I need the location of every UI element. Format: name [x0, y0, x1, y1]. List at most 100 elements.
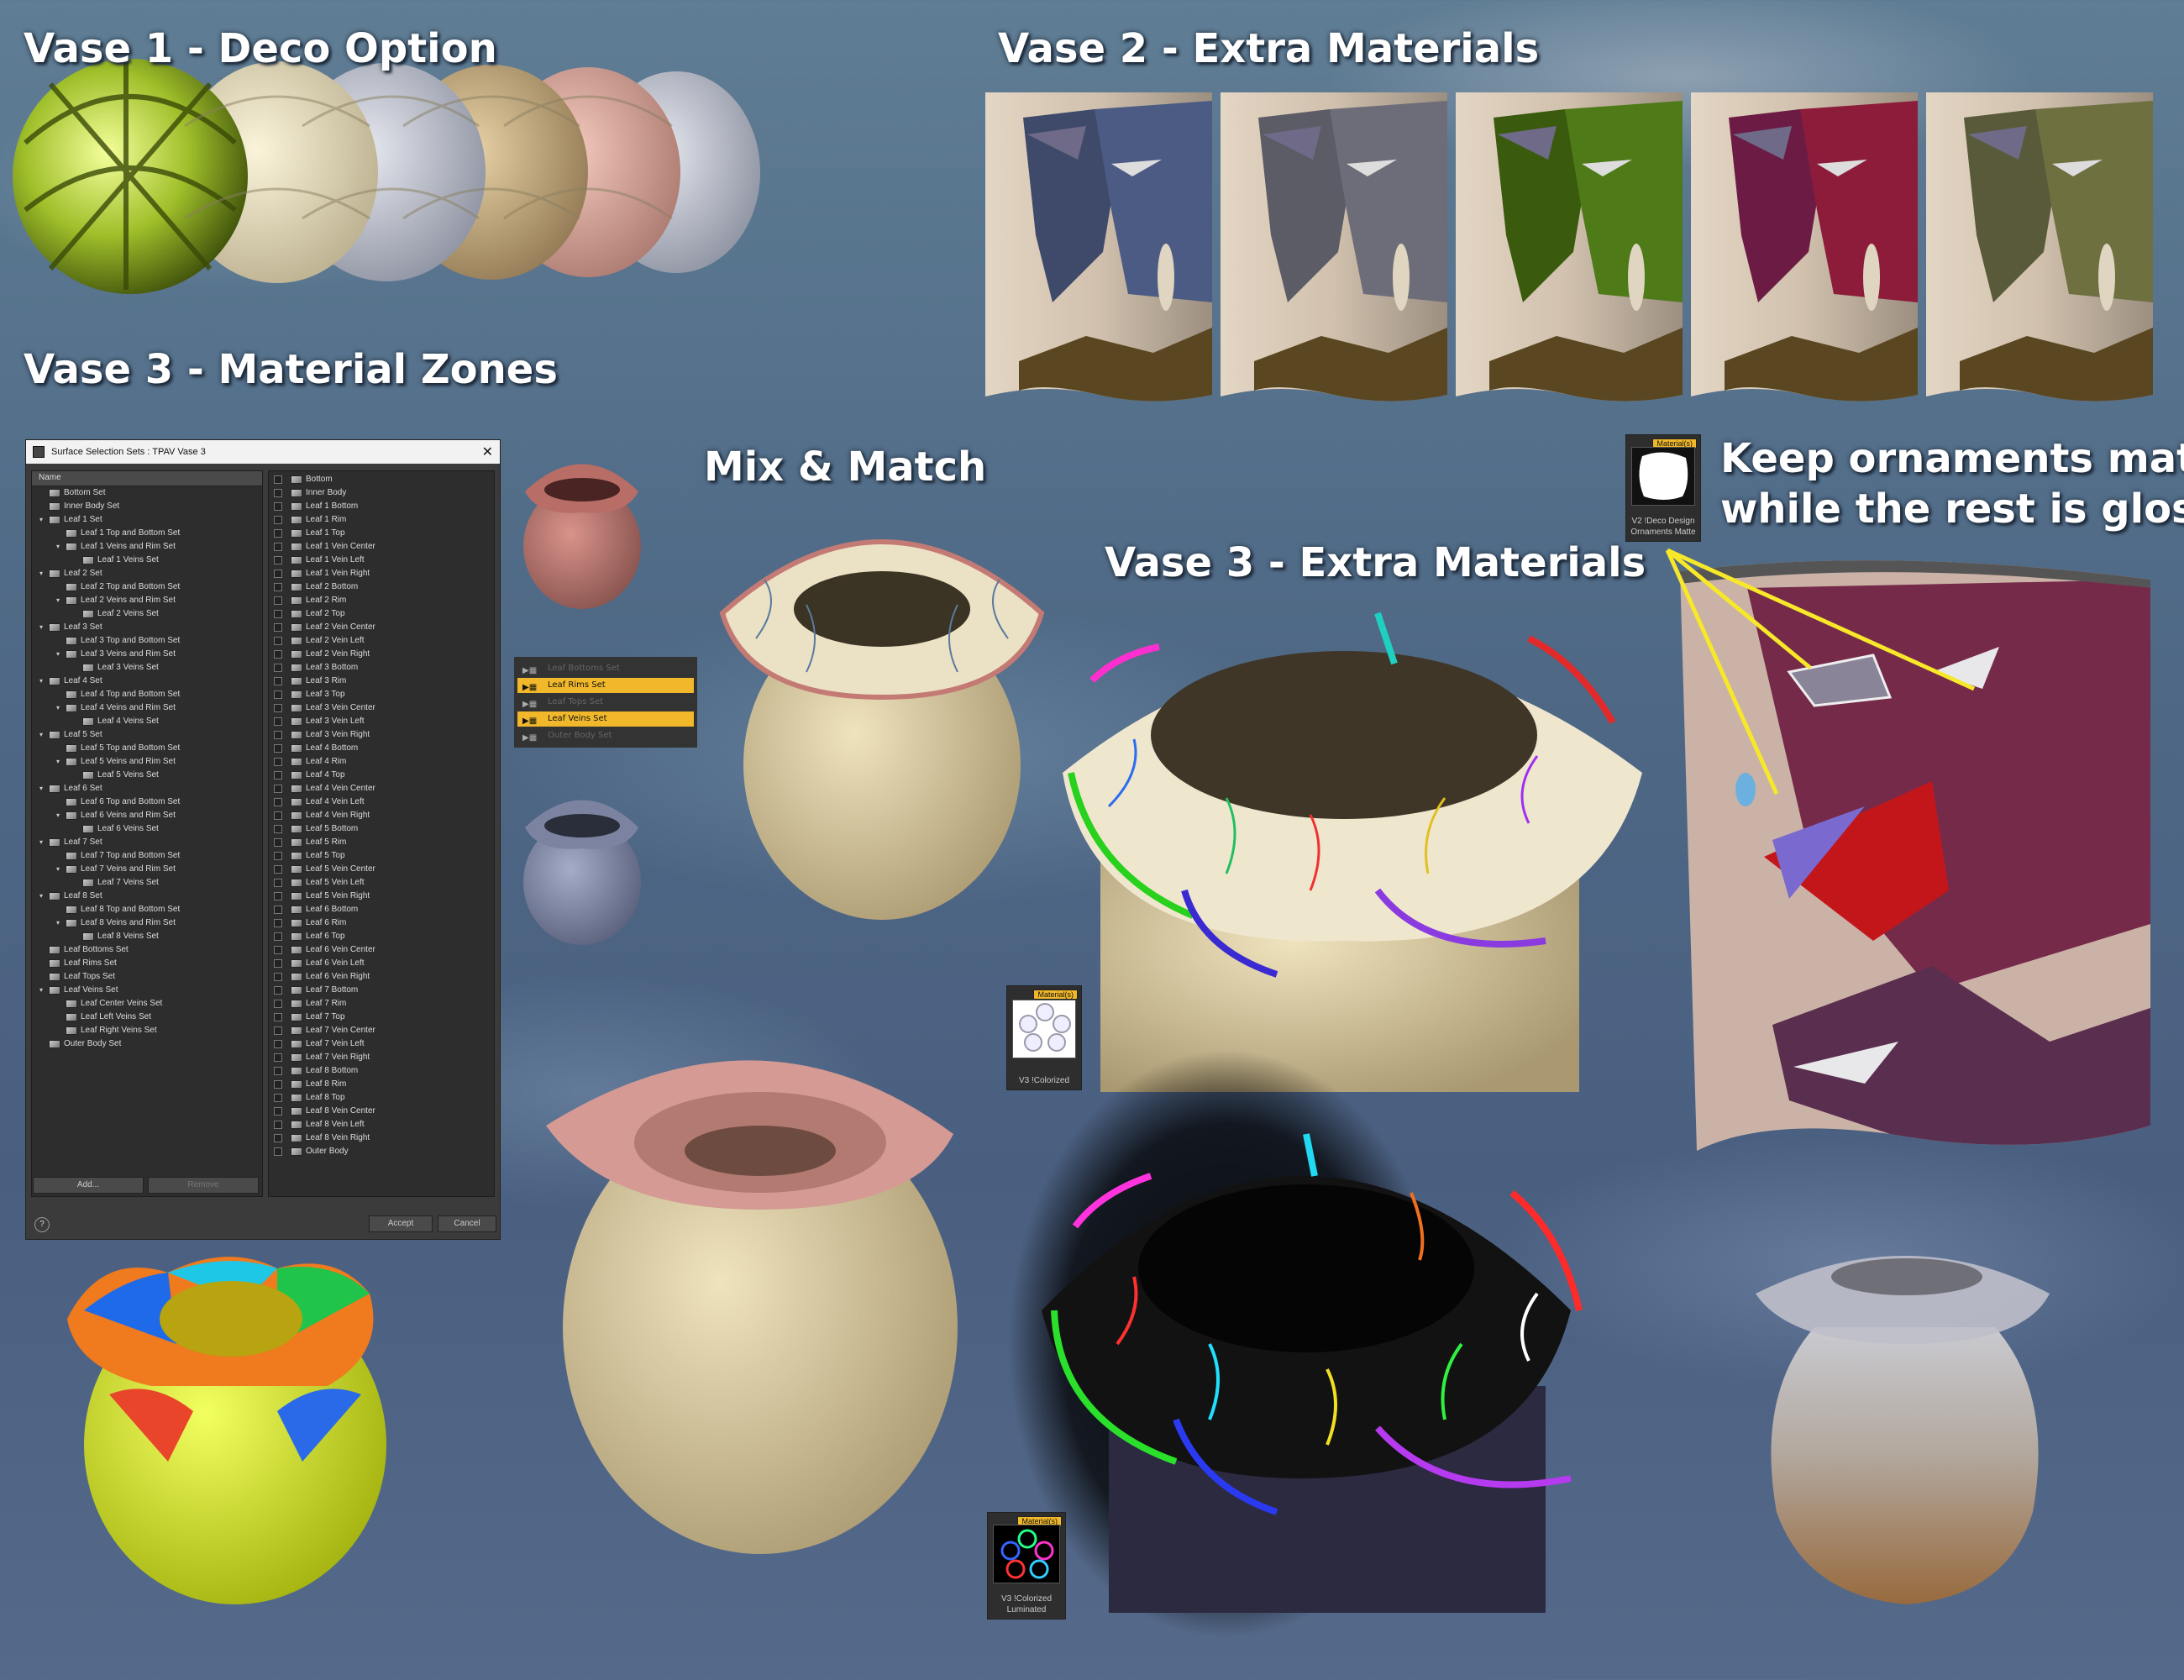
surface-row[interactable]: Leaf 6 Rim: [269, 916, 494, 930]
set-tree-row[interactable]: Leaf 6 Top and Bottom Set: [32, 795, 262, 809]
set-tree-row[interactable]: Leaf 5 Top and Bottom Set: [32, 742, 262, 755]
surface-row[interactable]: Leaf 8 Top: [269, 1091, 494, 1105]
selection-set-pill[interactable]: ▶▦ Leaf Veins Set: [517, 711, 694, 727]
surface-checkbox[interactable]: [274, 1040, 282, 1048]
surface-row[interactable]: Leaf 7 Vein Center: [269, 1024, 494, 1037]
surface-checkbox[interactable]: [274, 489, 282, 497]
surface-checkbox[interactable]: [274, 1121, 282, 1129]
surface-row[interactable]: Leaf 6 Vein Left: [269, 957, 494, 970]
selection-set-pill[interactable]: ▶▦ Leaf Rims Set: [517, 678, 694, 693]
surface-checkbox[interactable]: [274, 596, 282, 605]
surface-row[interactable]: Leaf 5 Vein Left: [269, 876, 494, 890]
set-tree-row[interactable]: ▾ Leaf 6 Set: [32, 782, 262, 795]
set-tree-row[interactable]: ▾ Leaf 3 Set: [32, 621, 262, 634]
expand-toggle-icon[interactable]: ▾: [54, 863, 62, 876]
surface-checkbox[interactable]: [274, 677, 282, 685]
expand-toggle-icon[interactable]: ▾: [37, 984, 45, 997]
surface-row[interactable]: Leaf 2 Rim: [269, 594, 494, 607]
surface-checkbox[interactable]: [274, 731, 282, 739]
expand-toggle-icon[interactable]: ▾: [54, 809, 62, 822]
surface-row[interactable]: Bottom: [269, 473, 494, 486]
surface-row[interactable]: Leaf 6 Top: [269, 930, 494, 943]
set-tree-row[interactable]: Outer Body Set: [32, 1037, 262, 1051]
surface-row[interactable]: Leaf 4 Vein Center: [269, 782, 494, 795]
set-tree-row[interactable]: Leaf 3 Veins Set: [32, 661, 262, 675]
expand-toggle-icon[interactable]: ▾: [37, 513, 45, 527]
surface-row[interactable]: Leaf 7 Vein Left: [269, 1037, 494, 1051]
surface-row[interactable]: Leaf 5 Vein Right: [269, 890, 494, 903]
expand-toggle-icon[interactable]: ▾: [37, 782, 45, 795]
surface-row[interactable]: Leaf 5 Rim: [269, 836, 494, 849]
set-tree-row[interactable]: ▾ Leaf 7 Set: [32, 836, 262, 849]
surface-checkbox[interactable]: [274, 798, 282, 806]
surface-row[interactable]: Leaf 2 Vein Left: [269, 634, 494, 648]
surface-checkbox[interactable]: [274, 785, 282, 793]
set-tree-row[interactable]: ▾ Leaf 5 Veins and Rim Set: [32, 755, 262, 769]
set-tree-row[interactable]: Leaf 3 Top and Bottom Set: [32, 634, 262, 648]
surface-checkbox[interactable]: [274, 475, 282, 484]
set-tree-row[interactable]: Bottom Set: [32, 486, 262, 500]
surface-checkbox[interactable]: [274, 1053, 282, 1062]
material-thumb-v2-deco[interactable]: Material(s) V2 !Deco Design Ornaments Mat…: [1625, 434, 1701, 542]
surface-row[interactable]: Leaf 3 Top: [269, 688, 494, 701]
surface-checkbox[interactable]: [274, 758, 282, 766]
set-tree-row[interactable]: Leaf Center Veins Set: [32, 997, 262, 1011]
surface-checkbox[interactable]: [274, 946, 282, 954]
surface-row[interactable]: Leaf 1 Top: [269, 527, 494, 540]
surface-checkbox[interactable]: [274, 986, 282, 995]
set-tree-row[interactable]: Leaf 7 Veins Set: [32, 876, 262, 890]
set-tree-row[interactable]: ▾ Leaf 1 Set: [32, 513, 262, 527]
expand-toggle-icon[interactable]: ▾: [54, 701, 62, 715]
surface-row[interactable]: Leaf 3 Bottom: [269, 661, 494, 675]
selection-set-pill[interactable]: ▶▦ Leaf Bottoms Set: [517, 661, 694, 676]
surface-checkbox[interactable]: [274, 1107, 282, 1116]
set-tree-row[interactable]: Leaf 1 Veins Set: [32, 554, 262, 567]
set-tree-row[interactable]: ▾ Leaf 2 Veins and Rim Set: [32, 594, 262, 607]
surface-checkbox[interactable]: [274, 1080, 282, 1089]
surface-row[interactable]: Leaf 8 Vein Left: [269, 1118, 494, 1131]
set-tree-row[interactable]: Inner Body Set: [32, 500, 262, 513]
surface-checkbox[interactable]: [274, 906, 282, 914]
surface-row[interactable]: Leaf 8 Bottom: [269, 1064, 494, 1078]
set-tree-row[interactable]: Leaf 7 Top and Bottom Set: [32, 849, 262, 863]
surface-row[interactable]: Leaf 3 Vein Left: [269, 715, 494, 728]
surface-row[interactable]: Leaf 2 Bottom: [269, 580, 494, 594]
surface-checkbox[interactable]: [274, 570, 282, 578]
surface-checkbox[interactable]: [274, 811, 282, 820]
surface-checkbox[interactable]: [274, 892, 282, 900]
surface-row[interactable]: Leaf 6 Bottom: [269, 903, 494, 916]
surface-checkbox[interactable]: [274, 610, 282, 618]
set-tree-row[interactable]: Leaf 1 Top and Bottom Set: [32, 527, 262, 540]
add-button[interactable]: Add...: [33, 1177, 144, 1194]
surface-row[interactable]: Leaf 7 Rim: [269, 997, 494, 1011]
cancel-button[interactable]: Cancel: [438, 1215, 496, 1232]
surface-checkbox[interactable]: [274, 502, 282, 511]
surface-row[interactable]: Leaf 1 Vein Right: [269, 567, 494, 580]
surface-checkbox[interactable]: [274, 516, 282, 524]
selection-set-tree[interactable]: Name Bottom Set Inner Body Set ▾ Leaf 1 Set…: [31, 470, 263, 1197]
set-tree-row[interactable]: Leaf 5 Veins Set: [32, 769, 262, 782]
set-tree-row[interactable]: ▾ Leaf 5 Set: [32, 728, 262, 742]
surface-checkbox[interactable]: [274, 825, 282, 833]
surface-checkbox[interactable]: [274, 1013, 282, 1021]
surface-checkbox[interactable]: [274, 932, 282, 941]
set-tree-row[interactable]: Leaf Rims Set: [32, 957, 262, 970]
surface-row[interactable]: Leaf 1 Vein Center: [269, 540, 494, 554]
surface-row[interactable]: Leaf 4 Top: [269, 769, 494, 782]
surface-checkbox[interactable]: [274, 959, 282, 968]
set-tree-row[interactable]: Leaf 6 Veins Set: [32, 822, 262, 836]
set-tree-row[interactable]: Leaf 2 Veins Set: [32, 607, 262, 621]
surface-row[interactable]: Leaf 2 Vein Center: [269, 621, 494, 634]
surface-row[interactable]: Leaf 1 Rim: [269, 513, 494, 527]
surface-checkbox[interactable]: [274, 690, 282, 699]
surface-checkbox[interactable]: [274, 556, 282, 564]
set-tree-row[interactable]: ▾ Leaf 2 Set: [32, 567, 262, 580]
surface-checkbox[interactable]: [274, 973, 282, 981]
surface-row[interactable]: Leaf 3 Rim: [269, 675, 494, 688]
selection-set-pill[interactable]: ▶▦ Leaf Tops Set: [517, 695, 694, 710]
set-tree-row[interactable]: ▾ Leaf 1 Veins and Rim Set: [32, 540, 262, 554]
surface-checkbox[interactable]: [274, 637, 282, 645]
surface-row[interactable]: Leaf 8 Rim: [269, 1078, 494, 1091]
set-tree-row[interactable]: Leaf 4 Top and Bottom Set: [32, 688, 262, 701]
surface-row[interactable]: Leaf 3 Vein Center: [269, 701, 494, 715]
